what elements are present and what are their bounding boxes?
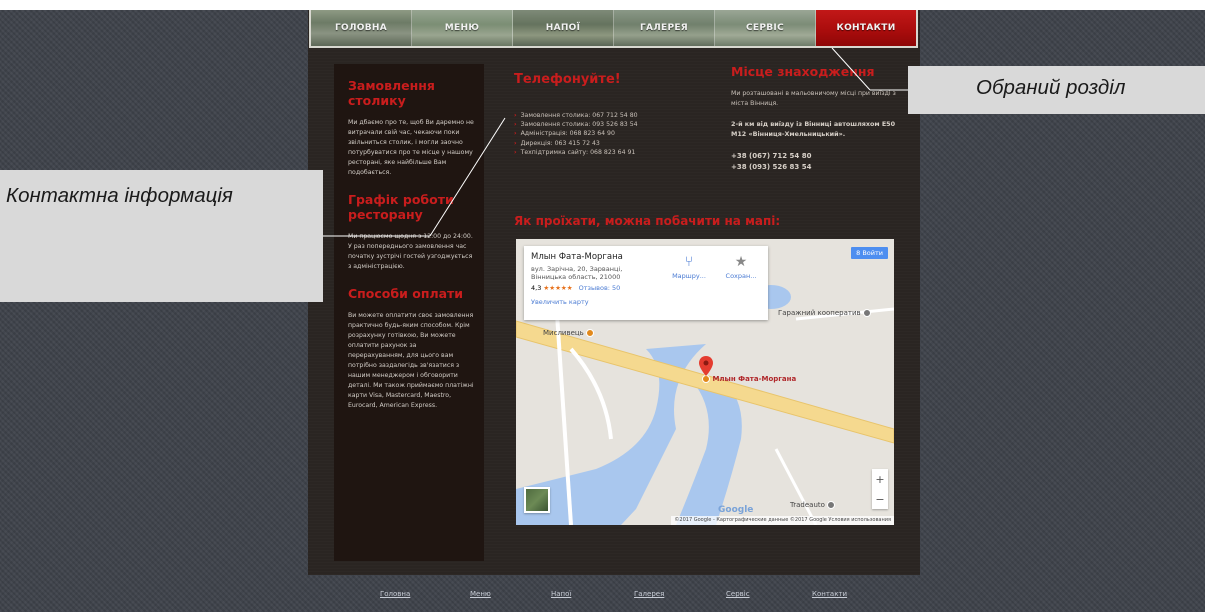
side-road: [569, 347, 613, 440]
nav-item-service[interactable]: СЕРВІС: [715, 10, 816, 46]
phone-item: Дирекція: 063 415 72 43: [514, 139, 719, 148]
order-text: Ми дбаємо про те, щоб Ви даремно не витр…: [348, 119, 474, 176]
hunter-label: Мисливець: [543, 329, 584, 337]
location-text: Ми розташовані в мальовничому місці при …: [731, 90, 896, 107]
reviews-link[interactable]: Отзывов: 50: [579, 284, 621, 292]
place-address: вул. Зарічна, 20, Зарванці, Вінницька об…: [531, 265, 623, 281]
callout-selected-section: Обраний розділ: [908, 66, 1205, 114]
map-label-hunter: Мисливець: [543, 329, 595, 337]
phones-title: Телефонуйте!: [514, 72, 621, 87]
location-title: Місце знаходження: [731, 64, 875, 79]
map-heading: Як проїхати, можна побачити на мапі:: [514, 214, 781, 228]
info-sidebar: Замовлення столику Ми дбаємо про те, щоб…: [334, 64, 484, 561]
garage-label: Гаражний кооператив: [778, 309, 861, 317]
save-label: Сохран...: [725, 272, 757, 280]
side-road: [774, 448, 818, 525]
lake-shape-2: [676, 379, 742, 525]
zoom-in-button[interactable]: +: [875, 473, 884, 486]
footer-nav: Головна Меню Напої Галерея Сервіс Контак…: [0, 590, 1205, 604]
phone-item: Адміністрація: 068 823 64 90: [514, 129, 719, 138]
google-map[interactable]: Млын Фата-Моргана вул. Зарічна, 20, Зарв…: [516, 239, 894, 525]
nav-item-contacts[interactable]: КОНТАКТИ: [816, 10, 916, 46]
callout-contact-info: Контактна інформація: [0, 170, 323, 302]
map-label-tradeauto: Tradeauto: [790, 501, 836, 509]
tradeauto-label: Tradeauto: [790, 501, 825, 509]
footer-link-home[interactable]: Головна: [380, 590, 410, 598]
phone-list: Замовлення столика: 067 712 54 80 Замовл…: [514, 111, 719, 157]
directions-icon: ⑂: [684, 254, 694, 270]
footer-link-service[interactable]: Сервіс: [726, 590, 750, 598]
place-rating: 4,3 ★★★★★ Отзывов: 50: [531, 284, 761, 292]
callout-contact-text: Контактна інформація: [6, 184, 233, 207]
callout-section-text: Обраний розділ: [976, 76, 1126, 99]
marker-label: Млын Фата-Моргана: [712, 375, 797, 383]
main-nav: ГОЛОВНА МЕНЮ НАПОЇ ГАЛЕРЕЯ СЕРВІС КОНТАК…: [309, 10, 918, 48]
footer-link-drinks[interactable]: Напої: [551, 590, 571, 598]
restaurant-poi-icon: [586, 329, 595, 337]
nav-item-home[interactable]: ГОЛОВНА: [311, 10, 412, 46]
schedule-text: Ми працюємо щодня з 12:00 до 24:00. У ра…: [348, 233, 473, 270]
google-logo: Google: [718, 505, 754, 515]
map-pin-icon[interactable]: [699, 356, 713, 376]
phone-item: Замовлення столика: 093 526 83 54: [514, 120, 719, 129]
nav-item-menu[interactable]: МЕНЮ: [412, 10, 513, 46]
map-label-garage: Гаражний кооператив: [778, 309, 871, 317]
phones-section: Телефонуйте! Замовлення столика: 067 712…: [514, 72, 719, 157]
zoom-out-button[interactable]: −: [875, 493, 884, 506]
location-phone-2: +38 (093) 526 83 54: [731, 163, 812, 171]
map-attribution[interactable]: ©2017 Google - Картографические данные ©…: [671, 516, 894, 525]
footer-link-gallery[interactable]: Галерея: [634, 590, 664, 598]
star-icon: ★: [734, 254, 748, 270]
location-section: Місце знаходження Ми розташовані в мальо…: [731, 64, 901, 173]
schedule-title: Графік роботи ресторану: [348, 192, 454, 222]
payment-text: Ви можете оплатити своє замовлення практ…: [348, 312, 474, 409]
signin-button[interactable]: 8 Войти: [851, 247, 888, 259]
poi-icon: [827, 501, 836, 509]
place-info-card: Млын Фата-Моргана вул. Зарічна, 20, Зарв…: [524, 246, 768, 320]
location-directions: 2-й км від виїзду із Вінниці автошляхом …: [731, 120, 896, 138]
rating-value: 4,3: [531, 284, 542, 292]
phone-item: Техпідтримка сайту: 068 823 64 91: [514, 148, 719, 157]
route-label: Маршру...: [672, 272, 706, 280]
order-title: Замовлення столику: [348, 78, 435, 108]
phone-item: Замовлення столика: 067 712 54 80: [514, 111, 719, 120]
route-button[interactable]: ⑂ Маршру...: [664, 254, 714, 280]
location-phone-1: +38 (067) 712 54 80: [731, 152, 812, 160]
save-button[interactable]: ★ Сохран...: [716, 254, 766, 280]
nav-item-gallery[interactable]: ГАЛЕРЕЯ: [614, 10, 715, 46]
footer-link-contacts[interactable]: Контакти: [812, 590, 847, 598]
zoom-control: + −: [872, 469, 888, 509]
top-strip: [0, 0, 1205, 10]
payment-title: Способи оплати: [348, 286, 464, 301]
nav-item-drinks[interactable]: НАПОЇ: [513, 10, 614, 46]
rating-stars: ★★★★★: [543, 284, 573, 292]
restaurant-poi-icon: [702, 375, 710, 383]
poi-icon: [862, 309, 871, 317]
larger-map-link[interactable]: Увеличить карту: [531, 298, 761, 306]
map-label-marker: Млын Фата-Моргана: [702, 375, 796, 383]
satellite-toggle[interactable]: [524, 487, 550, 513]
footer-link-menu[interactable]: Меню: [470, 590, 491, 598]
